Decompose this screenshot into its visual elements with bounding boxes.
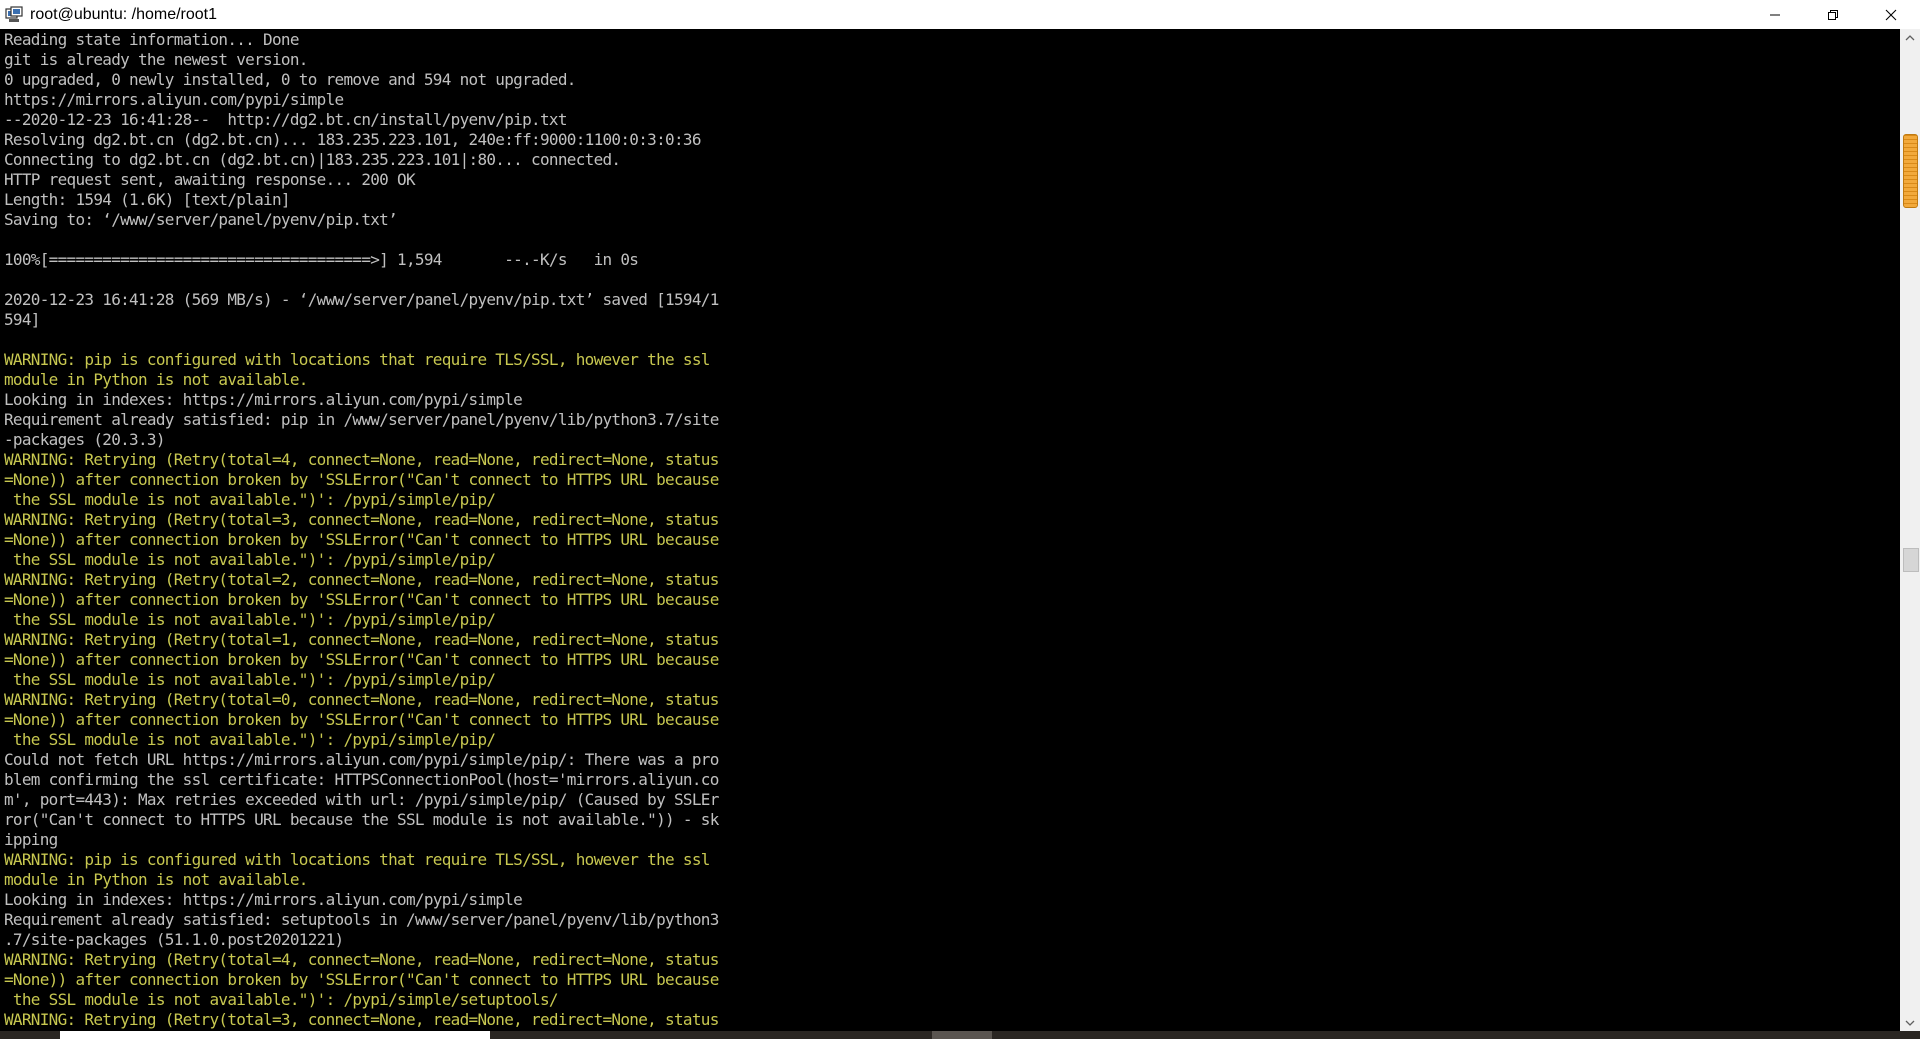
vertical-scrollbar[interactable] <box>1900 29 1920 1031</box>
terminal-line: Saving to: ‘/www/server/panel/pyenv/pip.… <box>4 210 398 229</box>
terminal-line: https://mirrors.aliyun.com/pypi/simple <box>4 90 344 109</box>
terminal-window: root@ubuntu: /home/root1 Reading state i… <box>0 0 1920 1039</box>
terminal-line: the SSL module is not available.")': /py… <box>4 490 496 509</box>
maximize-button[interactable] <box>1804 0 1862 29</box>
close-icon <box>1885 9 1897 20</box>
terminal-line: -packages (20.3.3) <box>4 430 165 449</box>
terminal-line: HTTP request sent, awaiting response... … <box>4 170 416 189</box>
terminal-line: =None)) after connection broken by 'SSLE… <box>4 650 719 669</box>
terminal-line: Reading state information... Done <box>4 30 299 49</box>
terminal-line: =None)) after connection broken by 'SSLE… <box>4 710 719 729</box>
title-bar[interactable]: root@ubuntu: /home/root1 <box>0 0 1920 29</box>
terminal-app-icon[interactable] <box>4 6 24 24</box>
terminal-line: =None)) after connection broken by 'SSLE… <box>4 470 719 489</box>
terminal-line: =None)) after connection broken by 'SSLE… <box>4 590 719 609</box>
terminal-line: 0 upgraded, 0 newly installed, 0 to remo… <box>4 70 576 89</box>
terminal-line: WARNING: Retrying (Retry(total=4, connec… <box>4 950 719 969</box>
restore-icon <box>1828 9 1838 20</box>
terminal-line: Looking in indexes: https://mirrors.aliy… <box>4 890 523 909</box>
terminal-line: the SSL module is not available.")': /py… <box>4 550 496 569</box>
terminal-line: Resolving dg2.bt.cn (dg2.bt.cn)... 183.2… <box>4 130 701 149</box>
terminal-line: WARNING: Retrying (Retry(total=3, connec… <box>4 510 719 529</box>
terminal-line: WARNING: Retrying (Retry(total=4, connec… <box>4 450 719 469</box>
terminal-line: git is already the newest version. <box>4 50 308 69</box>
terminal-line: WARNING: Retrying (Retry(total=1, connec… <box>4 630 719 649</box>
chevron-down-icon <box>1905 1020 1915 1026</box>
terminal-line: 594] <box>4 310 40 329</box>
terminal-line: Could not fetch URL https://mirrors.aliy… <box>4 750 719 769</box>
terminal-line: =None)) after connection broken by 'SSLE… <box>4 530 719 549</box>
terminal-line: the SSL module is not available.")': /py… <box>4 990 559 1009</box>
chevron-up-icon <box>1905 34 1915 40</box>
terminal-output-area[interactable]: Reading state information... Done git is … <box>0 29 1900 1031</box>
terminal-line: .7/site-packages (51.1.0.post20201221) <box>4 930 344 949</box>
terminal-line: WARNING: pip is configured with location… <box>4 350 710 369</box>
terminal-line: blem confirming the ssl certificate: HTT… <box>4 770 719 789</box>
terminal-line: the SSL module is not available.")': /py… <box>4 670 496 689</box>
window-controls <box>1746 0 1920 29</box>
scroll-thumb[interactable] <box>1903 134 1918 208</box>
scroll-down-button[interactable] <box>1900 1014 1920 1031</box>
terminal-line: Length: 1594 (1.6K) [text/plain] <box>4 190 291 209</box>
terminal-line: the SSL module is not available.")': /py… <box>4 730 496 749</box>
terminal-line: module in Python is not available. <box>4 870 308 889</box>
scroll-position-marker[interactable] <box>1903 548 1919 572</box>
taskbar-edge <box>0 1031 1920 1039</box>
terminal-line: the SSL module is not available.")': /py… <box>4 610 496 629</box>
minimize-icon <box>1770 14 1780 15</box>
terminal-line: WARNING: pip is configured with location… <box>4 850 710 869</box>
terminal-lines: Reading state information... Done git is … <box>4 30 719 1030</box>
terminal-line: WARNING: Retrying (Retry(total=3, connec… <box>4 1010 719 1029</box>
terminal-line: Requirement already satisfied: pip in /w… <box>4 410 719 429</box>
terminal-line: module in Python is not available. <box>4 370 308 389</box>
terminal-line: Looking in indexes: https://mirrors.aliy… <box>4 390 523 409</box>
terminal-line: --2020-12-23 16:41:28-- http://dg2.bt.cn… <box>4 110 567 129</box>
terminal-line: WARNING: Retrying (Retry(total=2, connec… <box>4 570 719 589</box>
window-title: root@ubuntu: /home/root1 <box>30 5 218 23</box>
terminal-line: =None)) after connection broken by 'SSLE… <box>4 970 719 989</box>
close-button[interactable] <box>1862 0 1920 29</box>
terminal-line: ror("Can't connect to HTTPS URL because … <box>4 810 719 829</box>
scroll-up-button[interactable] <box>1900 29 1920 46</box>
terminal-line: Connecting to dg2.bt.cn (dg2.bt.cn)|183.… <box>4 150 621 169</box>
terminal-line: WARNING: Retrying (Retry(total=0, connec… <box>4 690 719 709</box>
terminal-line: m', port=443): Max retries exceeded with… <box>4 790 719 809</box>
taskbar-segment <box>60 1031 490 1039</box>
terminal-line: 100%[===================================… <box>4 250 639 269</box>
taskbar-segment-active <box>932 1031 992 1039</box>
terminal-line: Requirement already satisfied: setuptool… <box>4 910 719 929</box>
terminal-line: ipping <box>4 830 58 849</box>
minimize-button[interactable] <box>1746 0 1804 29</box>
terminal-line: 2020-12-23 16:41:28 (569 MB/s) - ‘/www/s… <box>4 290 719 309</box>
